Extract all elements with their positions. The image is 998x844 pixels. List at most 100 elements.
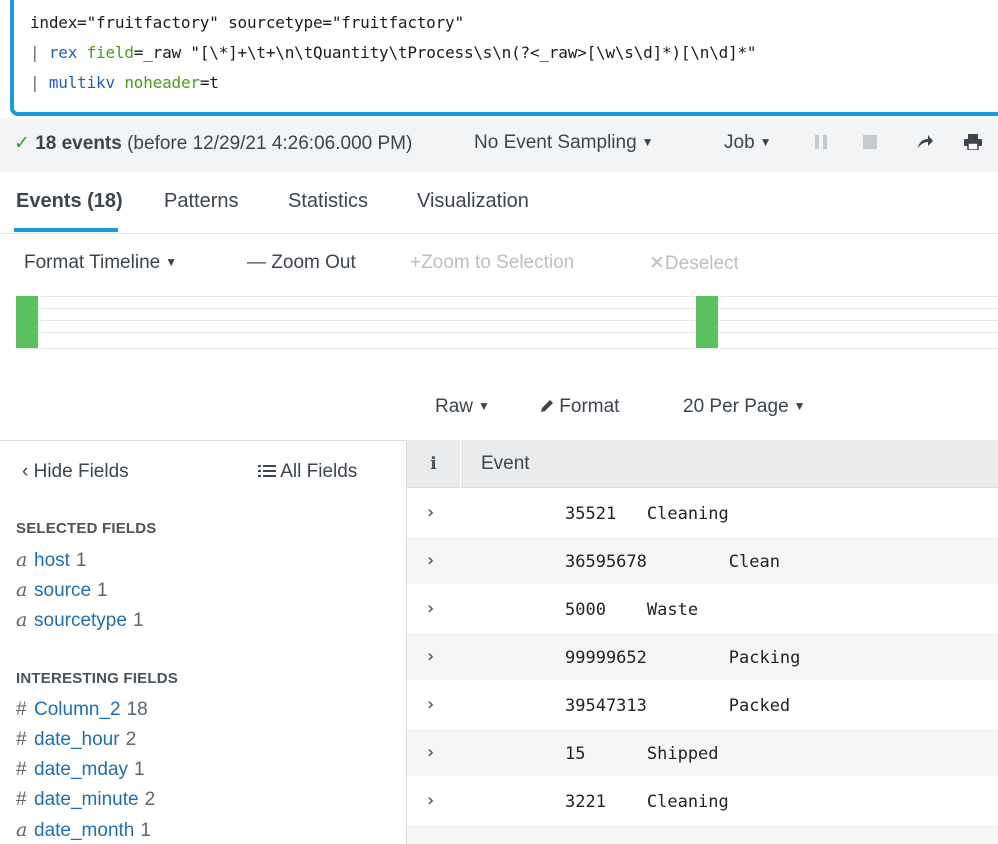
tab-events[interactable]: Events (18) xyxy=(16,190,123,213)
numeric-type-icon: # xyxy=(16,699,27,720)
search-argument-noheader: noheader xyxy=(124,73,200,92)
chevron-right-icon[interactable]: › xyxy=(427,694,434,715)
search-line-2: | rex field=_raw "[\*]+\t+\n\tQuantity\t… xyxy=(30,43,757,62)
per-page-label: 20 Per Page xyxy=(683,396,789,417)
field-count: 2 xyxy=(125,729,137,750)
event-text: 99999652 Packing xyxy=(565,648,801,668)
chevron-right-icon[interactable]: › xyxy=(427,550,434,571)
results-tabs: Events (18) Patterns Statistics Visualiz… xyxy=(0,172,998,234)
format-button[interactable]: Format xyxy=(540,396,619,418)
field-item-sourcetype[interactable]: a sourcetype 1 xyxy=(16,609,144,632)
event-time-range: (before 12/29/21 4:26:06.000 PM) xyxy=(127,133,413,154)
tab-statistics[interactable]: Statistics xyxy=(288,190,368,213)
chevron-right-icon[interactable]: › xyxy=(427,790,434,811)
format-timeline-label: Format Timeline xyxy=(24,252,161,273)
timeline-gridline xyxy=(16,332,998,333)
field-item-date-hour[interactable]: # date_hour 2 xyxy=(16,729,136,751)
all-fields-label: All Fields xyxy=(280,461,358,482)
search-command-multikv: multikv xyxy=(48,73,115,92)
string-type-icon: a xyxy=(16,609,28,631)
chevron-right-icon[interactable]: › xyxy=(427,646,434,667)
per-page-dropdown[interactable]: 20 Per Page ▼ xyxy=(683,396,806,418)
string-type-icon: a xyxy=(16,579,28,601)
search-argument-value: =_raw "[\*]+\t+\n\tQuantity\tProcess\s\n… xyxy=(133,43,757,62)
zoom-to-selection-button[interactable]: +Zoom to Selection xyxy=(410,252,574,274)
pause-icon[interactable] xyxy=(814,134,828,155)
chevron-right-icon[interactable]: › xyxy=(427,502,434,523)
format-timeline-dropdown[interactable]: Format Timeline ▼ xyxy=(24,252,177,274)
search-command-rex: rex xyxy=(48,43,78,62)
caret-down-icon: ▼ xyxy=(759,135,772,149)
field-item-host[interactable]: a host 1 xyxy=(16,549,87,572)
field-name[interactable]: date_hour xyxy=(34,729,120,750)
fields-sidebar: ‹ Hide Fields All Fields SELECTED FIELDS… xyxy=(0,440,407,844)
field-item-date-mday[interactable]: # date_mday 1 xyxy=(16,759,145,781)
field-name[interactable]: Column_2 xyxy=(34,699,121,720)
table-row: › 15 Shipped xyxy=(407,729,998,777)
event-text: 5000 Waste xyxy=(565,600,699,620)
event-text: 35521 Cleaning xyxy=(565,504,729,524)
check-icon: ✓ xyxy=(14,133,30,154)
table-row: › xyxy=(407,825,998,844)
string-type-icon: a xyxy=(16,819,28,841)
share-icon[interactable] xyxy=(916,134,934,155)
active-tab-indicator xyxy=(14,228,118,232)
job-menu-dropdown[interactable]: Job ▼ xyxy=(724,132,772,154)
minus-icon: — xyxy=(247,252,266,273)
event-timeline[interactable] xyxy=(16,296,998,350)
chevron-right-icon[interactable]: › xyxy=(427,742,434,763)
table-row: › 3221 Cleaning xyxy=(407,777,998,825)
zoom-out-button[interactable]: — Zoom Out xyxy=(247,252,356,274)
field-name[interactable]: date_minute xyxy=(34,789,139,810)
field-item-column-2[interactable]: # Column_2 18 xyxy=(16,699,148,721)
tab-visualization[interactable]: Visualization xyxy=(417,190,529,213)
interesting-fields-title: INTERESTING FIELDS xyxy=(16,670,178,687)
numeric-type-icon: # xyxy=(16,729,27,750)
zoom-out-label: Zoom Out xyxy=(271,252,356,273)
tab-patterns[interactable]: Patterns xyxy=(164,190,238,213)
table-row: › 5000 Waste xyxy=(407,585,998,633)
field-name[interactable]: date_mday xyxy=(34,759,128,780)
search-query-editor[interactable]: index="fruitfactory" sourcetype="fruitfa… xyxy=(10,0,998,116)
hide-fields-button[interactable]: ‹ Hide Fields xyxy=(22,461,129,483)
field-name[interactable]: source xyxy=(34,580,91,601)
timeline-gridline xyxy=(16,348,998,349)
caret-down-icon: ▼ xyxy=(478,399,490,413)
table-row: › 39547313 Packed xyxy=(407,681,998,729)
events-table-header: i Event xyxy=(407,440,998,488)
event-count: 18 events xyxy=(35,133,122,154)
field-item-source[interactable]: a source 1 xyxy=(16,579,108,602)
stop-icon[interactable] xyxy=(862,134,878,155)
table-row: › 99999652 Packing xyxy=(407,633,998,681)
caret-down-icon: ▼ xyxy=(793,399,806,413)
field-name[interactable]: sourcetype xyxy=(34,610,127,631)
event-text: 36595678 Clean xyxy=(565,552,780,572)
numeric-type-icon: # xyxy=(16,789,27,810)
job-menu-label: Job xyxy=(724,132,755,153)
chevron-right-icon[interactable]: › xyxy=(427,838,434,844)
table-row: › 36595678 Clean xyxy=(407,537,998,585)
timeline-gridline xyxy=(16,320,998,321)
field-count: 2 xyxy=(144,789,156,810)
field-name[interactable]: host xyxy=(34,550,70,571)
field-item-date-month[interactable]: a date_month 1 xyxy=(16,819,151,842)
raw-view-dropdown[interactable]: Raw ▼ xyxy=(435,396,490,418)
all-fields-button[interactable]: All Fields xyxy=(258,461,357,483)
pipe-symbol: | xyxy=(30,43,49,62)
deselect-button[interactable]: ✕Deselect xyxy=(649,252,739,275)
timeline-bar[interactable] xyxy=(696,296,718,348)
search-line-1: index="fruitfactory" sourcetype="fruitfa… xyxy=(30,13,464,32)
list-icon xyxy=(258,461,280,482)
event-sampling-dropdown[interactable]: No Event Sampling ▼ xyxy=(474,132,654,154)
field-count: 18 xyxy=(126,699,148,720)
field-name[interactable]: date_month xyxy=(34,820,134,841)
print-icon[interactable] xyxy=(964,134,982,155)
event-count-status: ✓ 18 events (before 12/29/21 4:26:06.000… xyxy=(14,132,412,155)
chevron-right-icon[interactable]: › xyxy=(427,598,434,619)
event-text: 3221 Cleaning xyxy=(565,792,729,812)
plus-icon: + xyxy=(410,252,422,273)
field-count: 1 xyxy=(97,580,108,601)
search-line-3: | multikv noheader=t xyxy=(30,73,219,92)
field-item-date-minute[interactable]: # date_minute 2 xyxy=(16,789,155,811)
timeline-bar[interactable] xyxy=(16,296,38,348)
